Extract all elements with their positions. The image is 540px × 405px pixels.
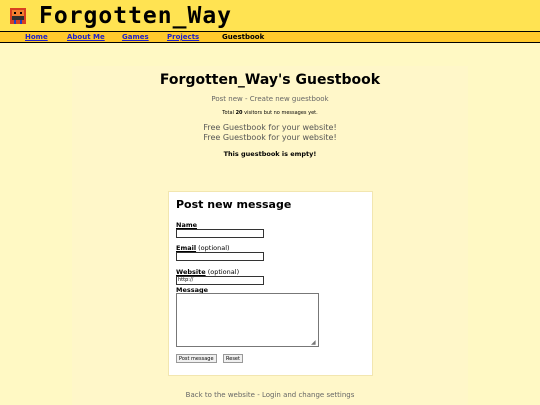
login-settings-link[interactable]: Login and change settings (262, 391, 354, 399)
name-label: Name (176, 221, 197, 229)
guestbook-links: Post new - Create new guestbook (0, 95, 540, 103)
pixel-mascot-icon (10, 8, 26, 24)
footer-links: Back to the website - Login and change s… (0, 391, 540, 399)
visitor-count: 20 (235, 110, 243, 116)
nav-home[interactable]: Home (25, 32, 48, 42)
post-new-link[interactable]: Post new (211, 95, 242, 103)
back-to-website-link[interactable]: Back to the website (186, 391, 255, 399)
empty-guestbook-message: This guestbook is empty! (223, 150, 317, 158)
page-title: Forgotten_Way's Guestbook (159, 72, 381, 88)
link-separator: - (244, 95, 248, 103)
stats-prefix: Total (222, 110, 236, 116)
promo-link-1[interactable]: Free Guestbook for your website! (0, 123, 540, 133)
website-label: Website (optional) (176, 268, 239, 276)
form-title: Post new message (176, 198, 292, 211)
promo-links: Free Guestbook for your website! Free Gu… (0, 123, 540, 143)
post-message-form: Post new message Name Email (optional) W… (168, 191, 373, 376)
stats-suffix: visitors but no messages yet. (242, 110, 318, 116)
email-optional-note: (optional) (196, 244, 230, 252)
nav-bar: Home About Me Games Projects Guestbook (0, 32, 540, 43)
reset-button[interactable]: Reset (223, 354, 243, 363)
nav-projects[interactable]: Projects (167, 32, 199, 42)
website-input[interactable] (176, 276, 264, 285)
nav-guestbook: Guestbook (222, 33, 265, 41)
website-optional-note: (optional) (205, 268, 240, 276)
email-label: Email (optional) (176, 244, 230, 252)
footer-separator: - (257, 391, 260, 399)
visitor-stats: Total 20 visitors but no messages yet. (0, 110, 540, 116)
email-input[interactable] (176, 252, 264, 261)
name-label-text: Name (176, 221, 198, 229)
post-message-button[interactable]: Post message (176, 354, 217, 363)
email-label-text: Email (176, 244, 197, 252)
name-input[interactable] (176, 229, 264, 238)
nav-about-me[interactable]: About Me (67, 32, 105, 42)
promo-link-2[interactable]: Free Guestbook for your website! (0, 133, 540, 143)
site-title: Forgotten_Way (39, 3, 233, 29)
nav-games[interactable]: Games (122, 32, 149, 42)
create-guestbook-link[interactable]: Create new guestbook (250, 95, 329, 103)
resize-handle-icon[interactable]: ◢ (311, 339, 316, 346)
site-header: Forgotten_Way (0, 0, 540, 32)
message-textarea[interactable] (176, 293, 319, 347)
website-label-text: Website (176, 268, 206, 276)
